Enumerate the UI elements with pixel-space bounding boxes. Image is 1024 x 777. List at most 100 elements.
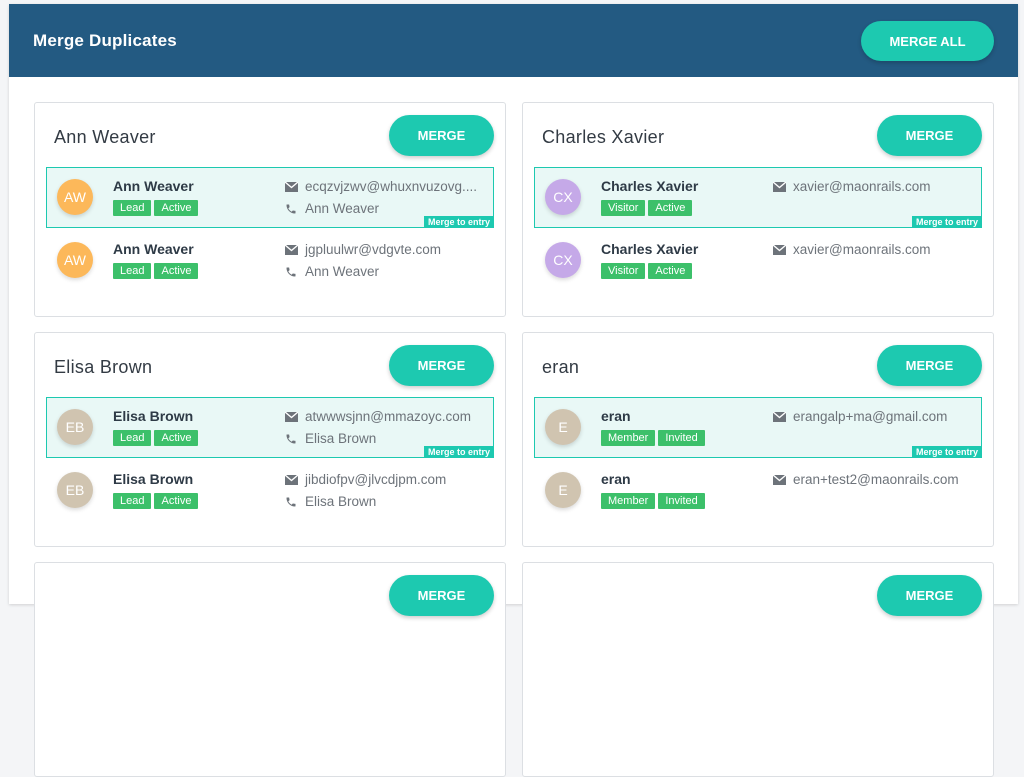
avatar: EB [57,409,93,445]
duplicate-card: MERGE [522,562,994,777]
merge-to-entry-tag: Merge to entry [911,446,982,458]
status-badge: Active [648,200,693,216]
selected-entry[interactable]: Eeran Member Invited erangalp+ma@gmail.com M… [534,397,982,458]
merge-duplicates-panel: Merge Duplicates MERGE ALL MERGE Ann Weav… [9,4,1018,777]
status-badges: Lead Active [113,493,199,509]
email-info: jibdiofpv@jlvcdjpm.com [285,472,446,487]
merge-button[interactable]: MERGE [389,575,494,616]
phone-text: Ann Weaver [305,264,380,279]
email-info: ecqzvjzwv@whuxnvuzovg.... [285,179,477,194]
duplicate-card: MERGE [34,562,506,777]
duplicate-card: MERGE Ann Weaver AW Ann Weaver Lead Active ecq… [34,102,506,317]
status-badge: Active [154,200,199,216]
panel-header: Merge Duplicates MERGE ALL [9,4,1018,77]
contact-name: Charles Xavier [601,241,699,257]
status-badge: Visitor [601,263,646,279]
merge-all-button[interactable]: MERGE ALL [861,21,994,61]
email-info: eran+test2@maonrails.com [773,472,959,487]
merge-button[interactable]: MERGE [389,115,494,156]
contact-name: Elisa Brown [113,408,194,424]
email-text: xavier@maonrails.com [793,242,931,257]
contact-name: Ann Weaver [113,178,194,194]
email-info: atwwwsjnn@mmazoyc.com [285,409,471,424]
page-title: Merge Duplicates [33,31,177,50]
phone-info: Ann Weaver [285,264,379,279]
email-text: eran+test2@maonrails.com [793,472,959,487]
merge-button[interactable]: MERGE [389,345,494,386]
email-text: ecqzvjzwv@whuxnvuzovg.... [305,179,478,194]
phone-icon [285,496,305,508]
email-info: erangalp+ma@gmail.com [773,409,947,424]
avatar: CX [545,179,581,215]
email-text: atwwwsjnn@mmazoyc.com [305,409,471,424]
phone-info: Elisa Brown [285,494,376,509]
merge-to-entry-tag: Merge to entry [423,216,494,228]
status-badges: Lead Active [113,200,199,216]
card-title: Elisa Brown [54,357,153,377]
status-badges: Lead Active [113,430,199,446]
status-badge: Lead [113,200,152,216]
duplicate-card: MERGE Charles Xavier CX Charles Xavier Visit… [522,102,994,317]
avatar: E [545,409,581,445]
status-badge: Active [154,430,199,446]
avatar: AW [57,242,93,278]
status-badge: Active [154,263,199,279]
duplicate-card: MERGE Elisa Brown EB Elisa Brown Lead Active a… [34,332,506,547]
phone-text: Ann Weaver [305,201,380,216]
status-badge: Invited [658,493,705,509]
merge-button[interactable]: MERGE [877,115,982,156]
selected-entry[interactable]: CX Charles Xavier Visitor Active xavier@maon… [534,167,982,228]
status-badges: Lead Active [113,263,199,279]
status-badges: Member Invited [601,430,705,446]
status-badge: Lead [113,263,152,279]
status-badges: Visitor Active [601,263,693,279]
envelope-icon [773,411,793,422]
avatar: E [545,472,581,508]
email-info: xavier@maonrails.com [773,242,931,257]
envelope-icon [285,474,305,485]
envelope-icon [773,244,793,255]
contact-name: Charles Xavier [601,178,699,194]
merge-to-entry-tag: Merge to entry [423,446,494,458]
card-title: eran [542,357,580,377]
email-info: xavier@maonrails.com [773,179,931,194]
card-title: Charles Xavier [542,127,665,147]
duplicate-entry[interactable]: EB Elisa Brown Lead Active jibdiofpv@jlvcdjp… [46,460,494,521]
duplicate-entry[interactable]: AW Ann Weaver Lead Active jgpluulwr@vdgvte.c… [46,230,494,291]
email-text: erangalp+ma@gmail.com [793,409,948,424]
status-badge: Member [601,493,656,509]
envelope-icon [285,244,305,255]
duplicate-entry[interactable]: Eeran Member Invited eran+test2@maonrails.c… [534,460,982,521]
phone-icon [285,433,305,445]
email-info: jgpluulwr@vdgvte.com [285,242,441,257]
contact-name: eran [601,408,631,424]
avatar: EB [57,472,93,508]
card-title: Ann Weaver [54,127,156,147]
envelope-icon [285,411,305,422]
contact-name: Elisa Brown [113,471,194,487]
merge-to-entry-tag: Merge to entry [911,216,982,228]
email-text: jibdiofpv@jlvcdjpm.com [305,472,447,487]
selected-entry[interactable]: EB Elisa Brown Lead Active atwwwsjnn@mmazoyc… [46,397,494,458]
status-badges: Visitor Active [601,200,693,216]
contact-name: Ann Weaver [113,241,194,257]
status-badge: Member [601,430,656,446]
phone-text: Elisa Brown [305,494,377,509]
status-badge: Active [154,493,199,509]
envelope-icon [285,181,305,192]
email-text: xavier@maonrails.com [793,179,931,194]
envelope-icon [773,181,793,192]
avatar: AW [57,179,93,215]
phone-text: Elisa Brown [305,431,377,446]
contact-name: eran [601,471,631,487]
duplicate-entry[interactable]: CX Charles Xavier Visitor Active xavier@maon… [534,230,982,291]
merge-button[interactable]: MERGE [877,575,982,616]
phone-info: Elisa Brown [285,431,376,446]
email-text: jgpluulwr@vdgvte.com [305,242,442,257]
merge-button[interactable]: MERGE [877,345,982,386]
avatar: CX [545,242,581,278]
selected-entry[interactable]: AW Ann Weaver Lead Active ecqzvjzwv@whuxnvuz… [46,167,494,228]
status-badge: Visitor [601,200,646,216]
status-badges: Member Invited [601,493,705,509]
status-badge: Active [648,263,693,279]
